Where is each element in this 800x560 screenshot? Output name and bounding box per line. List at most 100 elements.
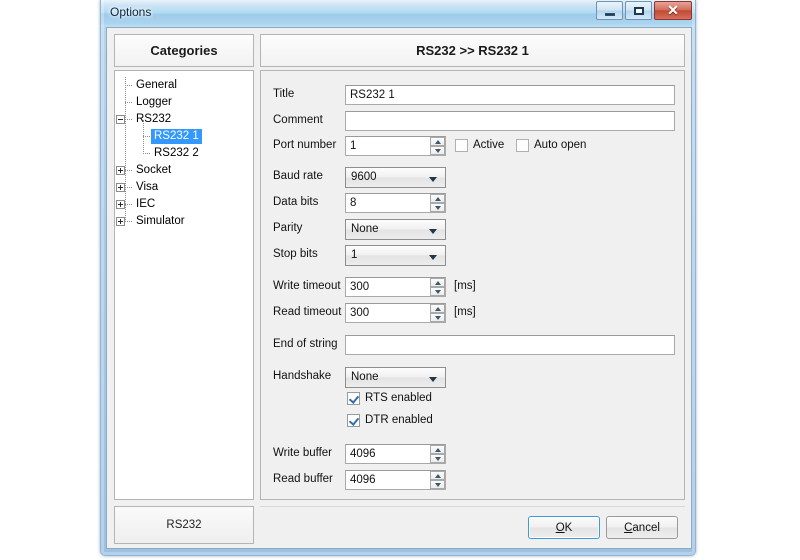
row-write-timeout: Write timeout [ms] <box>261 277 684 298</box>
row-end-of-string: End of string <box>261 335 684 356</box>
dtr-enabled-label: DTR enabled <box>365 414 433 426</box>
tree-item-label: Socket <box>136 164 172 176</box>
read-timeout-spin-down[interactable] <box>430 313 445 322</box>
stop-bits-select[interactable]: 1 <box>345 245 446 266</box>
arrow-up-icon <box>435 448 441 452</box>
arrow-up-icon <box>435 197 441 201</box>
write-buffer-label: Write buffer <box>273 447 333 459</box>
arrow-down-icon <box>435 316 441 320</box>
tree-item-socket[interactable]: Socket <box>133 162 174 179</box>
row-write-buffer: Write buffer <box>261 444 684 465</box>
tree-expand-icon[interactable] <box>116 166 125 175</box>
write-timeout-spin-buttons[interactable] <box>430 278 445 296</box>
checkbox-box <box>347 414 360 427</box>
write-timeout-spin-up[interactable] <box>430 278 445 287</box>
minimize-button[interactable] <box>596 1 623 20</box>
tree-branch-line <box>143 120 145 154</box>
maximize-button[interactable] <box>625 1 652 20</box>
title-bar[interactable]: Options ✕ <box>101 0 695 27</box>
tree-item-label: Logger <box>136 96 172 108</box>
row-port-number: Port number Active <box>261 136 684 157</box>
data-bits-spin-buttons[interactable] <box>430 194 445 212</box>
read-buffer-spin-up[interactable] <box>430 471 445 480</box>
dialog-button-bar: OK Cancel <box>260 506 685 544</box>
chevron-down-icon <box>429 177 437 182</box>
arrow-down-icon <box>435 206 441 210</box>
write-buffer-stepper[interactable] <box>345 444 446 464</box>
write-buffer-spin-down[interactable] <box>430 454 445 463</box>
port-number-spin-down[interactable] <box>430 146 445 155</box>
page-header: RS232 >> RS232 1 <box>260 34 685 67</box>
active-label: Active <box>473 139 505 151</box>
parity-value: None <box>351 223 379 235</box>
tree-expand-icon[interactable] <box>116 183 125 192</box>
arrow-up-icon <box>435 140 441 144</box>
row-comment: Comment <box>261 111 684 132</box>
arrow-down-icon <box>435 290 441 294</box>
port-number-label: Port number <box>273 139 337 151</box>
tree-item-rs232[interactable]: RS232 <box>133 111 174 128</box>
handshake-label: Handshake <box>273 370 332 382</box>
read-timeout-spin-buttons[interactable] <box>430 304 445 322</box>
row-read-buffer: Read buffer <box>261 470 684 491</box>
stop-bits-label: Stop bits <box>273 248 318 260</box>
port-number-stepper[interactable] <box>345 136 446 156</box>
checkbox-box <box>455 139 468 152</box>
data-bits-spin-down[interactable] <box>430 203 445 212</box>
end-of-string-input[interactable] <box>345 335 675 355</box>
port-number-spin-up[interactable] <box>430 137 445 146</box>
tree-item-rs232-2[interactable]: RS232 2 <box>151 145 202 162</box>
tree-item-simulator[interactable]: Simulator <box>133 213 188 230</box>
tree-expand-icon[interactable] <box>116 200 125 209</box>
tree-item-general[interactable]: General <box>133 77 180 94</box>
baud-rate-select[interactable]: 9600 <box>345 167 446 188</box>
write-timeout-label: Write timeout <box>273 280 341 292</box>
write-timeout-spin-down[interactable] <box>430 287 445 296</box>
ok-button-label: OK <box>556 522 573 534</box>
row-baud-rate: Baud rate 9600 <box>261 167 684 188</box>
checkbox-box <box>516 139 529 152</box>
ok-suffix: K <box>564 521 573 534</box>
comment-input[interactable] <box>345 111 675 131</box>
write-buffer-spin-up[interactable] <box>430 445 445 454</box>
arrow-down-icon <box>435 483 441 487</box>
tree-collapse-icon[interactable] <box>116 115 125 124</box>
tree-item-rs232-1[interactable]: RS232 1 <box>151 128 202 145</box>
read-buffer-spin-down[interactable] <box>430 480 445 489</box>
tree-item-label: General <box>136 79 177 91</box>
write-buffer-spin-buttons[interactable] <box>430 445 445 463</box>
cancel-button[interactable]: Cancel <box>606 516 678 539</box>
tree-expand-icon[interactable] <box>116 217 125 226</box>
write-timeout-unit: [ms] <box>454 280 476 292</box>
chevron-down-icon <box>429 229 437 234</box>
tree-item-visa[interactable]: Visa <box>133 179 161 196</box>
port-number-spin-buttons[interactable] <box>430 137 445 155</box>
row-parity: Parity None <box>261 219 684 240</box>
read-buffer-spin-buttons[interactable] <box>430 471 445 489</box>
ok-button[interactable]: OK <box>528 516 600 539</box>
close-button[interactable]: ✕ <box>654 1 692 20</box>
arrow-down-icon <box>435 457 441 461</box>
end-of-string-label: End of string <box>273 338 338 350</box>
categories-tree[interactable]: General Logger RS232 RS232 1 RS232 2 Socket Vi… <box>114 70 254 500</box>
handshake-select[interactable]: None <box>345 367 446 388</box>
title-input[interactable] <box>345 85 675 105</box>
read-timeout-stepper[interactable] <box>345 303 446 323</box>
stop-bits-value: 1 <box>351 249 358 261</box>
write-timeout-stepper[interactable] <box>345 277 446 297</box>
tree-item-logger[interactable]: Logger <box>133 94 175 111</box>
data-bits-spin-up[interactable] <box>430 194 445 203</box>
data-bits-stepper[interactable] <box>345 193 446 213</box>
ok-accel-char: O <box>555 521 565 534</box>
cancel-suffix: ancel <box>632 521 660 534</box>
arrow-up-icon <box>435 474 441 478</box>
tree-item-iec[interactable]: IEC <box>133 196 158 213</box>
row-read-timeout: Read timeout [ms] <box>261 303 684 324</box>
auto-open-label: Auto open <box>534 139 587 151</box>
tree-item-label: RS232 2 <box>154 147 199 159</box>
read-buffer-stepper[interactable] <box>345 470 446 490</box>
parity-select[interactable]: None <box>345 219 446 240</box>
row-dtr-enabled: DTR enabled <box>261 413 684 434</box>
read-timeout-spin-up[interactable] <box>430 304 445 313</box>
settings-content-panel: Title Comment Port number <box>260 70 685 500</box>
